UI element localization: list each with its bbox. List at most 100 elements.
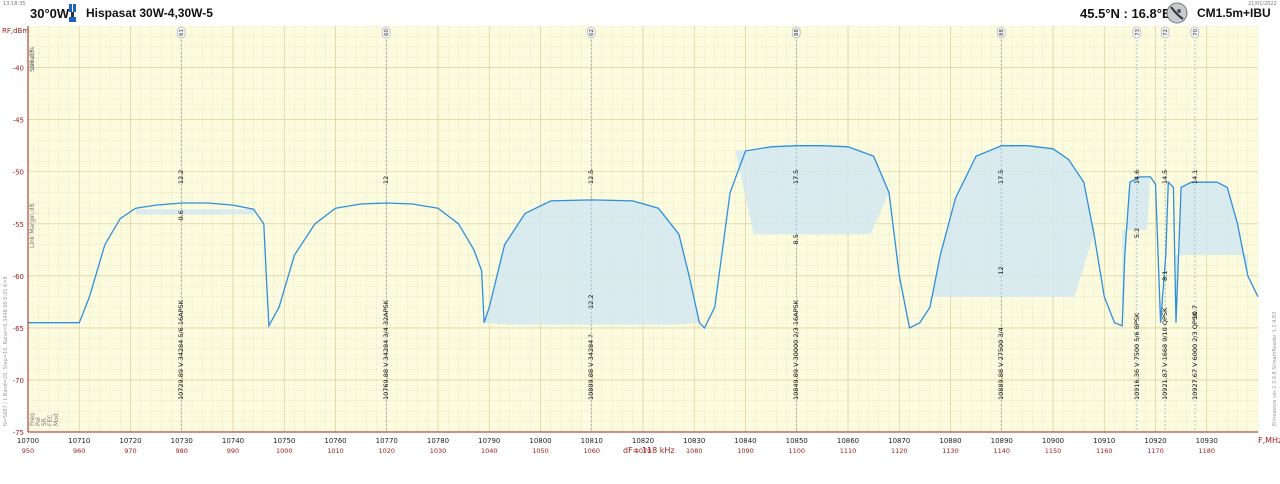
x-tick-label: 10930	[1196, 437, 1218, 445]
x-tick-label: 10800	[529, 437, 551, 445]
transponder-params: 10916.36 V 7500 5/6 8PSK	[1133, 312, 1141, 400]
transponder-margin: 0.6	[177, 210, 185, 220]
transponder-level: 62	[589, 29, 595, 36]
x-tick-label: 10900	[1042, 437, 1064, 445]
transponder-params: 10889.88 V 27500 3/4	[997, 327, 1005, 400]
time-stamp: 13:18:35	[3, 1, 26, 7]
transponder-params: 10849.89 V 30000 2/3 16APSK	[792, 299, 800, 400]
transponder-level: 73	[1135, 29, 1141, 36]
if-tick-label: 990	[227, 447, 239, 455]
transponder-margin: 8.5	[792, 234, 800, 244]
if-tick-label: 1040	[481, 447, 498, 455]
x-tick-label: 10750	[273, 437, 295, 445]
transponder-level: 72	[1163, 29, 1169, 36]
x-tick-label: 10710	[68, 437, 90, 445]
y-axis-title: RF,dBm	[2, 27, 29, 35]
transponder-margin: 12	[997, 266, 1005, 274]
row-label: Mod	[53, 413, 60, 426]
if-tick-label: 1160	[1096, 447, 1113, 455]
if-tick-label: 1030	[430, 447, 447, 455]
if-tick-label: 1060	[583, 447, 600, 455]
transponder-margin: 5.2	[1133, 228, 1141, 238]
transponder-snr: 14.1	[1191, 170, 1199, 184]
if-tick-label: 1020	[378, 447, 395, 455]
if-tick-label: 1150	[1045, 447, 1062, 455]
transponder-snr: 17.5	[792, 170, 800, 184]
y-tick-label: -45	[13, 117, 24, 125]
x-tick-label: 10770	[376, 437, 398, 445]
x-tick-label: 10920	[1144, 437, 1166, 445]
left-info: N=5687 / L Band=20, Step=10, Raise=0.344…	[3, 276, 9, 426]
y-tick-label: -70	[13, 377, 24, 385]
if-tick-label: 970	[124, 447, 136, 455]
if-tick-label: 1110	[840, 447, 857, 455]
if-tick-label: 1100	[788, 447, 805, 455]
x-tick-label: 10780	[427, 437, 449, 445]
x-tick-label: 10840	[734, 437, 756, 445]
y-tick-label: -40	[13, 65, 24, 73]
antenna-name: CM1.5m+IBU	[1197, 6, 1271, 20]
transponder-margin: 12.2	[587, 295, 595, 309]
transponder-snr: 14.5	[1161, 170, 1169, 184]
transponder-margin: 8.1	[1161, 271, 1169, 281]
if-tick-label: 960	[73, 447, 85, 455]
if-tick-label: 1000	[276, 447, 293, 455]
if-tick-label: 1080	[686, 447, 703, 455]
transponder-snr: 14.6	[1133, 170, 1141, 184]
x-tick-label: 10820	[632, 437, 654, 445]
if-tick-label: 1130	[942, 447, 959, 455]
df-label: dF= 118 kHz	[623, 446, 675, 455]
transponder-level: 70	[1193, 29, 1199, 36]
if-tick-label: 950	[22, 447, 34, 455]
if-tick-label: 1180	[1198, 447, 1215, 455]
x-tick-label: 10700	[17, 437, 39, 445]
x-tick-label: 10790	[478, 437, 500, 445]
x-tick-label: 10810	[581, 437, 603, 445]
if-tick-label: 980	[176, 447, 188, 455]
transponder-level: 88	[999, 29, 1005, 36]
x-tick-label: 10870	[888, 437, 910, 445]
if-tick-label: 1140	[993, 447, 1010, 455]
left-axis-label: SNR,dB	[29, 50, 36, 72]
transponder-level: 61	[179, 29, 185, 36]
right-info: Elmeasure ver.2.3.0.8 StreamReader 1.2.4…	[1272, 312, 1278, 426]
x-axis-title: F,MHz	[1258, 436, 1280, 445]
x-tick-label: 10720	[119, 437, 141, 445]
x-tick-label: 10760	[324, 437, 346, 445]
transponder-level: 60	[384, 29, 390, 36]
spectrum-chart: 61 12.2 0.6 10729.89 V 34284 5/6 16APSK 60 12…	[2, 26, 1280, 455]
x-tick-label: 10890	[991, 437, 1013, 445]
satellite-name: Hispasat 30W-4,30W-5	[86, 6, 213, 20]
x-tick-label: 10850	[786, 437, 808, 445]
x-tick-label: 10880	[939, 437, 961, 445]
x-tick-label: 10730	[171, 437, 193, 445]
transponder-params: 10927.67 V 6000 2/3 QPSK	[1191, 311, 1199, 400]
if-tick-label: 1050	[532, 447, 549, 455]
transponder-params: 10729.89 V 34284 5/6 16APSK	[177, 299, 185, 400]
location: 45.5°N : 16.8°E	[1080, 6, 1171, 21]
dish-icon	[1165, 2, 1189, 24]
transponder-level: 88	[794, 29, 800, 36]
y-tick-label: -60	[13, 273, 24, 281]
x-tick-label: 10910	[1093, 437, 1115, 445]
if-tick-label: 1120	[891, 447, 908, 455]
x-tick-label: 10860	[837, 437, 859, 445]
satellite-icon	[68, 3, 77, 23]
if-tick-label: 1090	[737, 447, 754, 455]
transponder-params: 10769.88 V 34284 3/4 32APSK	[382, 299, 390, 400]
transponder-params: 10921.87 V 1668 9/10 QPSK	[1161, 307, 1169, 400]
y-tick-label: -50	[13, 169, 24, 177]
y-tick-label: -75	[13, 429, 24, 437]
date-stamp: 21/01/2022	[1248, 1, 1277, 7]
left-axis-label: Link Margin,dB	[29, 203, 36, 248]
transponder-snr: 12	[382, 176, 390, 184]
if-tick-label: 1170	[1147, 447, 1164, 455]
y-tick-label: -65	[13, 325, 24, 333]
transponder-snr: 17.5	[997, 170, 1005, 184]
transponder-snr: 12.5	[587, 170, 595, 184]
x-tick-label: 10830	[683, 437, 705, 445]
x-tick-label: 10740	[222, 437, 244, 445]
header-bar: 13:18:35 30°0W Hispasat 30W-4,30W-5 45.5…	[0, 0, 1280, 26]
if-tick-label: 1010	[327, 447, 344, 455]
orbital-position: 30°0W	[30, 6, 70, 21]
